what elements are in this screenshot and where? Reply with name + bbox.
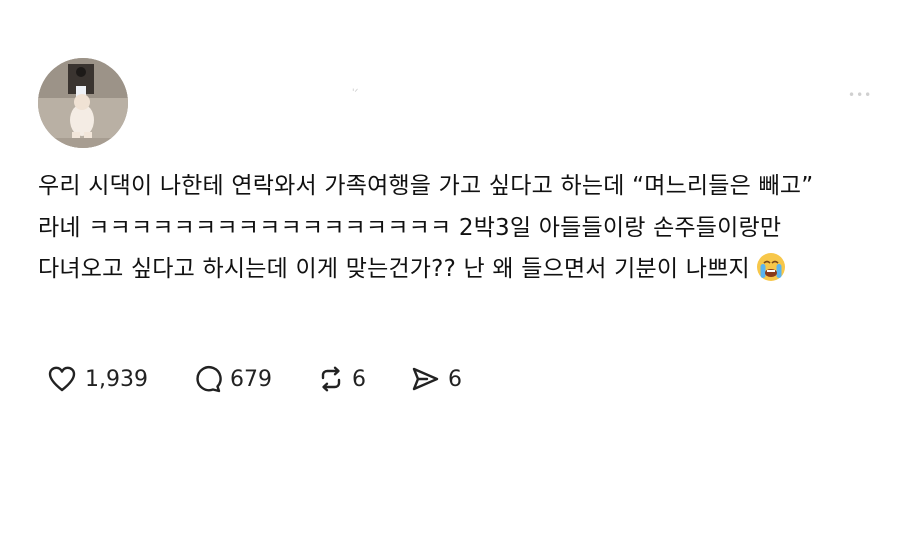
username[interactable]: 'ᐟ — [352, 88, 358, 98]
repost-count: 6 — [351, 366, 366, 392]
crying-face-emoji — [756, 252, 786, 297]
post-actions: 1,939 679 6 6 — [47, 362, 506, 396]
repost-icon — [321, 366, 341, 392]
more-options-icon[interactable]: ••• — [848, 88, 872, 102]
share-button[interactable]: 6 — [410, 364, 462, 394]
send-icon — [412, 367, 439, 391]
heart-icon — [48, 366, 76, 392]
post-text: 우리 시댁이 나한테 연락와서 가족여행을 가고 싶다고 하는데 “며느리들은 … — [38, 173, 814, 282]
like-button[interactable]: 1,939 — [47, 364, 148, 394]
share-count: 6 — [447, 366, 462, 392]
like-count: 1,939 — [85, 366, 148, 392]
repost-button[interactable]: 6 — [316, 364, 366, 394]
avatar[interactable] — [38, 58, 128, 148]
post-body: 우리 시댁이 나한테 연락와서 가족여행을 가고 싶다고 하는데 “며느리들은 … — [38, 166, 858, 297]
reply-button[interactable]: 679 — [192, 364, 272, 394]
reply-count: 679 — [229, 366, 272, 392]
comment-bubble-icon — [196, 366, 222, 393]
